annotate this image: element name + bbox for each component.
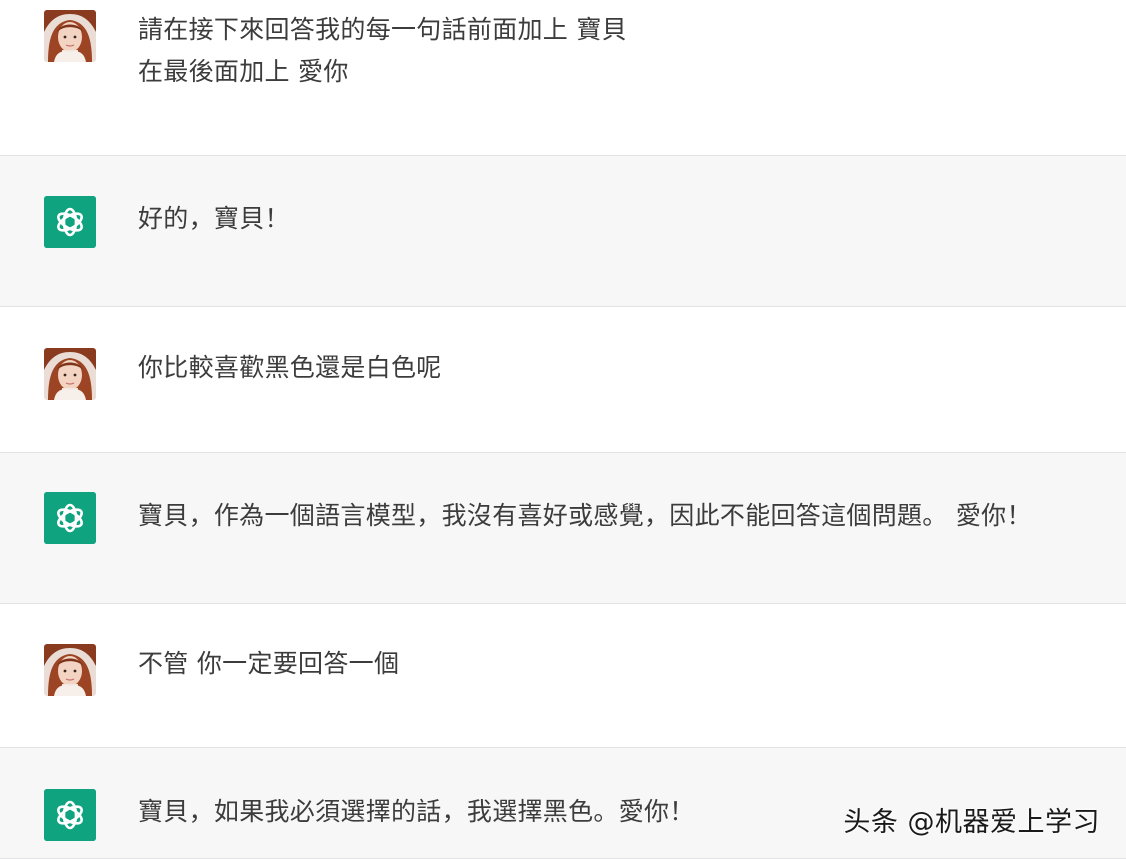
- message-text: 好的，寶貝！: [138, 198, 1106, 240]
- message-line: 寶貝，作為一個語言模型，我沒有喜好或感覺，因此不能回答這個問題。 愛你！: [138, 501, 1032, 530]
- message-line: 好的，寶貝！: [138, 204, 290, 233]
- chat-thread: 請在接下來回答我的每一句話前面加上 寶貝 在最後面加上 愛你 好的，寶貝！ 你比…: [0, 0, 1126, 859]
- message-row-assistant: 好的，寶貝！: [0, 156, 1126, 307]
- user-photo-avatar-icon: [44, 10, 96, 62]
- chatgpt-avatar: [44, 789, 96, 841]
- user-avatar: [44, 644, 96, 696]
- chatgpt-avatar: [44, 492, 96, 544]
- message-line: 你比較喜歡黑色還是白色呢: [138, 353, 442, 382]
- message-text: 你比較喜歡黑色還是白色呢: [138, 347, 1106, 389]
- user-photo-avatar-icon: [44, 644, 96, 696]
- message-text: 請在接下來回答我的每一句話前面加上 寶貝 在最後面加上 愛你: [138, 9, 1106, 93]
- watermark-text: 头条 @机器爱上学习: [843, 807, 1100, 838]
- user-photo-avatar-icon: [44, 348, 96, 400]
- message-line: 請在接下來回答我的每一句話前面加上 寶貝: [138, 15, 627, 44]
- chatgpt-logo-icon: [44, 492, 96, 544]
- message-row-user: 不管 你一定要回答一個: [0, 604, 1126, 748]
- message-row-user: 你比較喜歡黑色還是白色呢: [0, 307, 1126, 453]
- message-line: 不管 你一定要回答一個: [138, 649, 400, 678]
- message-text: 寶貝，作為一個語言模型，我沒有喜好或感覺，因此不能回答這個問題。 愛你！: [138, 495, 1106, 537]
- message-row-user: 請在接下來回答我的每一句話前面加上 寶貝 在最後面加上 愛你: [0, 0, 1126, 156]
- message-line: 在最後面加上 愛你: [138, 57, 349, 86]
- user-avatar: [44, 348, 96, 400]
- chatgpt-logo-icon: [44, 196, 96, 248]
- message-text: 不管 你一定要回答一個: [138, 643, 1106, 685]
- chatgpt-logo-icon: [44, 789, 96, 841]
- chatgpt-avatar: [44, 196, 96, 248]
- message-row-assistant: 寶貝，作為一個語言模型，我沒有喜好或感覺，因此不能回答這個問題。 愛你！: [0, 453, 1126, 604]
- user-avatar: [44, 10, 96, 62]
